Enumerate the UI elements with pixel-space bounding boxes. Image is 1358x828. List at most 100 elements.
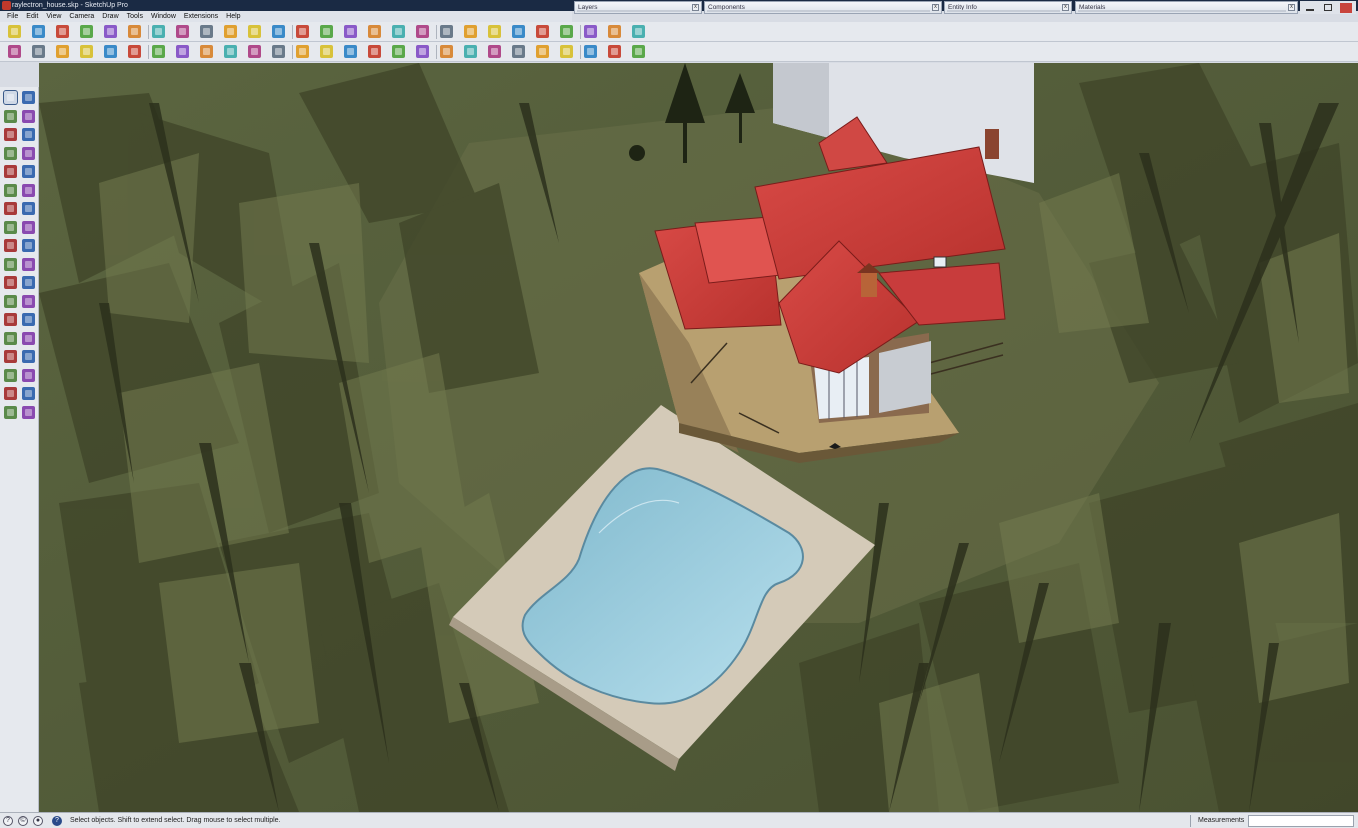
- push-pull-tool-icon[interactable]: [22, 220, 35, 234]
- share-model-icon[interactable]: [536, 45, 549, 58]
- arc-tool-icon[interactable]: [4, 183, 17, 197]
- two-point-arc-icon[interactable]: [4, 202, 17, 215]
- credits-icon[interactable]: ©: [18, 816, 28, 826]
- user-account-icon[interactable]: ●: [33, 816, 43, 826]
- menu-draw[interactable]: Draw: [98, 12, 122, 22]
- scale-tool-icon[interactable]: [4, 257, 17, 271]
- menu-extensions[interactable]: Extensions: [180, 12, 222, 22]
- drawing-viewport[interactable]: [39, 63, 1358, 812]
- measurements-input[interactable]: [1248, 815, 1354, 827]
- smoove-icon[interactable]: [392, 45, 405, 58]
- eraser-icon[interactable]: [128, 25, 141, 38]
- push-pull-icon[interactable]: [368, 25, 381, 38]
- components-panel-header[interactable]: Components x: [704, 1, 942, 14]
- pencil-tool-icon[interactable]: [4, 128, 17, 141]
- 3d-text-icon[interactable]: [22, 313, 35, 326]
- hidden-line-icon[interactable]: [272, 45, 285, 58]
- section-tool-icon[interactable]: [22, 405, 35, 419]
- menu-tools[interactable]: Tools: [123, 12, 147, 22]
- move-tool-icon[interactable]: [4, 220, 17, 234]
- back-view-icon[interactable]: [176, 45, 189, 58]
- left-view-icon[interactable]: [200, 45, 213, 58]
- menu-file[interactable]: File: [3, 12, 22, 22]
- line-icon[interactable]: [176, 25, 189, 38]
- new-file-icon[interactable]: [8, 25, 21, 38]
- offset-icon[interactable]: [416, 25, 429, 38]
- circle-icon[interactable]: [248, 25, 261, 38]
- top-view-icon[interactable]: [104, 45, 117, 58]
- select-icon[interactable]: [104, 25, 117, 38]
- pan-tool-icon[interactable]: [22, 331, 35, 345]
- right-view-icon[interactable]: [152, 45, 165, 58]
- shaded-textures-icon[interactable]: [320, 45, 333, 58]
- instructor-help-icon[interactable]: ?: [52, 816, 62, 826]
- rotate-icon[interactable]: [320, 25, 333, 38]
- text-tool-icon[interactable]: [22, 294, 35, 308]
- xray-icon[interactable]: [224, 45, 237, 58]
- menu-window[interactable]: Window: [147, 12, 180, 22]
- zoom-tool-icon[interactable]: [4, 350, 17, 363]
- stamp-icon[interactable]: [416, 45, 429, 58]
- orbit-tool-icon[interactable]: [4, 331, 17, 345]
- entity-info-panel-close-icon[interactable]: x: [1062, 4, 1069, 11]
- arc-icon[interactable]: [200, 25, 213, 38]
- three-point-arc-icon[interactable]: [22, 202, 35, 215]
- extension-warehouse-icon[interactable]: [560, 45, 573, 58]
- menu-help[interactable]: Help: [222, 12, 244, 22]
- add-detail-icon[interactable]: [464, 45, 477, 58]
- layer-manager-icon[interactable]: [584, 45, 597, 58]
- menu-edit[interactable]: Edit: [22, 12, 42, 22]
- section-plane-icon[interactable]: [560, 25, 573, 38]
- paint-bucket-icon[interactable]: [152, 25, 165, 38]
- rectangle-tool-icon[interactable]: [4, 146, 17, 160]
- scale-icon[interactable]: [344, 25, 357, 38]
- print-icon[interactable]: [80, 25, 93, 38]
- sandbox-icon[interactable]: [368, 45, 381, 58]
- front-view-icon[interactable]: [128, 45, 141, 58]
- maximize-icon[interactable]: [1324, 4, 1332, 11]
- freehand-tool-icon[interactable]: [22, 128, 35, 141]
- rotate-tool-icon[interactable]: [4, 239, 17, 252]
- layers-panel-close-icon[interactable]: x: [692, 4, 699, 11]
- text-icon[interactable]: [512, 25, 525, 38]
- wireframe-icon[interactable]: [248, 45, 261, 58]
- open-file-icon[interactable]: [32, 25, 45, 38]
- polygon-tool-icon[interactable]: [22, 165, 35, 178]
- move-icon[interactable]: [296, 25, 309, 38]
- save-icon[interactable]: [56, 25, 69, 38]
- iso-view-icon[interactable]: [80, 45, 93, 58]
- eraser-tool-icon[interactable]: [22, 109, 35, 123]
- layers-panel-header[interactable]: Layers x: [574, 1, 702, 14]
- monochrome-icon[interactable]: [344, 45, 357, 58]
- follow-me-tool-icon[interactable]: [22, 239, 35, 252]
- offset-tool-icon[interactable]: [22, 257, 35, 271]
- tape-measure-tool-icon[interactable]: [4, 276, 17, 289]
- circle-tool-icon[interactable]: [4, 165, 17, 178]
- menu-camera[interactable]: Camera: [65, 12, 98, 22]
- polygon-icon[interactable]: [272, 25, 285, 38]
- geolocation-icon[interactable]: ?: [3, 816, 13, 826]
- entity-info-panel-header[interactable]: Entity Info x: [944, 1, 1072, 14]
- dimension-tool-icon[interactable]: [22, 276, 35, 289]
- minimize-icon[interactable]: [1306, 9, 1314, 11]
- menu-view[interactable]: View: [42, 12, 65, 22]
- position-camera-icon[interactable]: [4, 387, 17, 400]
- make-component-icon[interactable]: [22, 91, 35, 104]
- shaded-icon[interactable]: [296, 45, 309, 58]
- components-panel-close-icon[interactable]: x: [932, 4, 939, 11]
- scene-canvas[interactable]: [39, 63, 1358, 812]
- protractor-tool-icon[interactable]: [4, 294, 17, 308]
- zoom-extents-icon[interactable]: [8, 45, 21, 58]
- axes-icon[interactable]: [536, 25, 549, 38]
- close-window-icon[interactable]: [1340, 3, 1352, 13]
- previous-tool-icon[interactable]: [22, 368, 35, 382]
- shadows-icon[interactable]: [608, 45, 621, 58]
- zoom-icon[interactable]: [632, 25, 645, 38]
- zoom-extents-tool-icon[interactable]: [4, 368, 17, 382]
- rectangle-icon[interactable]: [224, 25, 237, 38]
- tape-measure-icon[interactable]: [440, 25, 453, 38]
- drape-icon[interactable]: [440, 45, 453, 58]
- pie-tool-icon[interactable]: [22, 183, 35, 197]
- dimension-icon[interactable]: [488, 25, 501, 38]
- orbit-icon[interactable]: [584, 25, 597, 38]
